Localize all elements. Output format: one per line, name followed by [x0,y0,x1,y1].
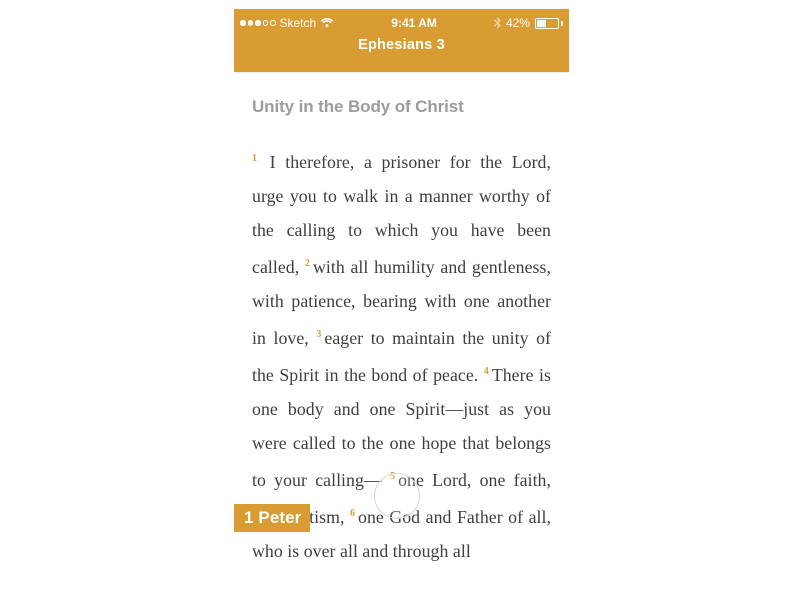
carrier-label: Sketch [280,16,317,30]
content-area[interactable]: Unity in the Body of Christ 1 I therefor… [234,72,569,568]
status-left: Sketch [240,16,334,30]
bluetooth-icon [494,17,501,29]
verse-number[interactable]: 6 [350,508,358,519]
verse-number[interactable]: 4 [484,366,492,377]
verse-number[interactable]: 1 [252,153,260,164]
status-right: 42% [494,16,563,30]
battery-percent: 42% [506,16,530,30]
quicknav-label[interactable]: 1 Peter [234,504,310,532]
status-time: 9:41 AM [391,16,437,30]
nav-bar: Ephesians 3 [234,33,569,76]
section-heading: Unity in the Body of Christ [252,97,551,117]
signal-strength-icon [240,20,276,26]
top-bar: Sketch 9:41 AM [234,9,569,72]
status-bar: Sketch 9:41 AM [234,13,569,33]
nav-title[interactable]: Ephesians 3 [358,37,445,53]
battery-icon [535,18,563,29]
verse-number[interactable]: 2 [305,258,313,269]
verse-number[interactable]: 3 [316,329,324,340]
verse-number[interactable]: 5 [390,471,398,482]
wifi-icon [320,18,334,28]
